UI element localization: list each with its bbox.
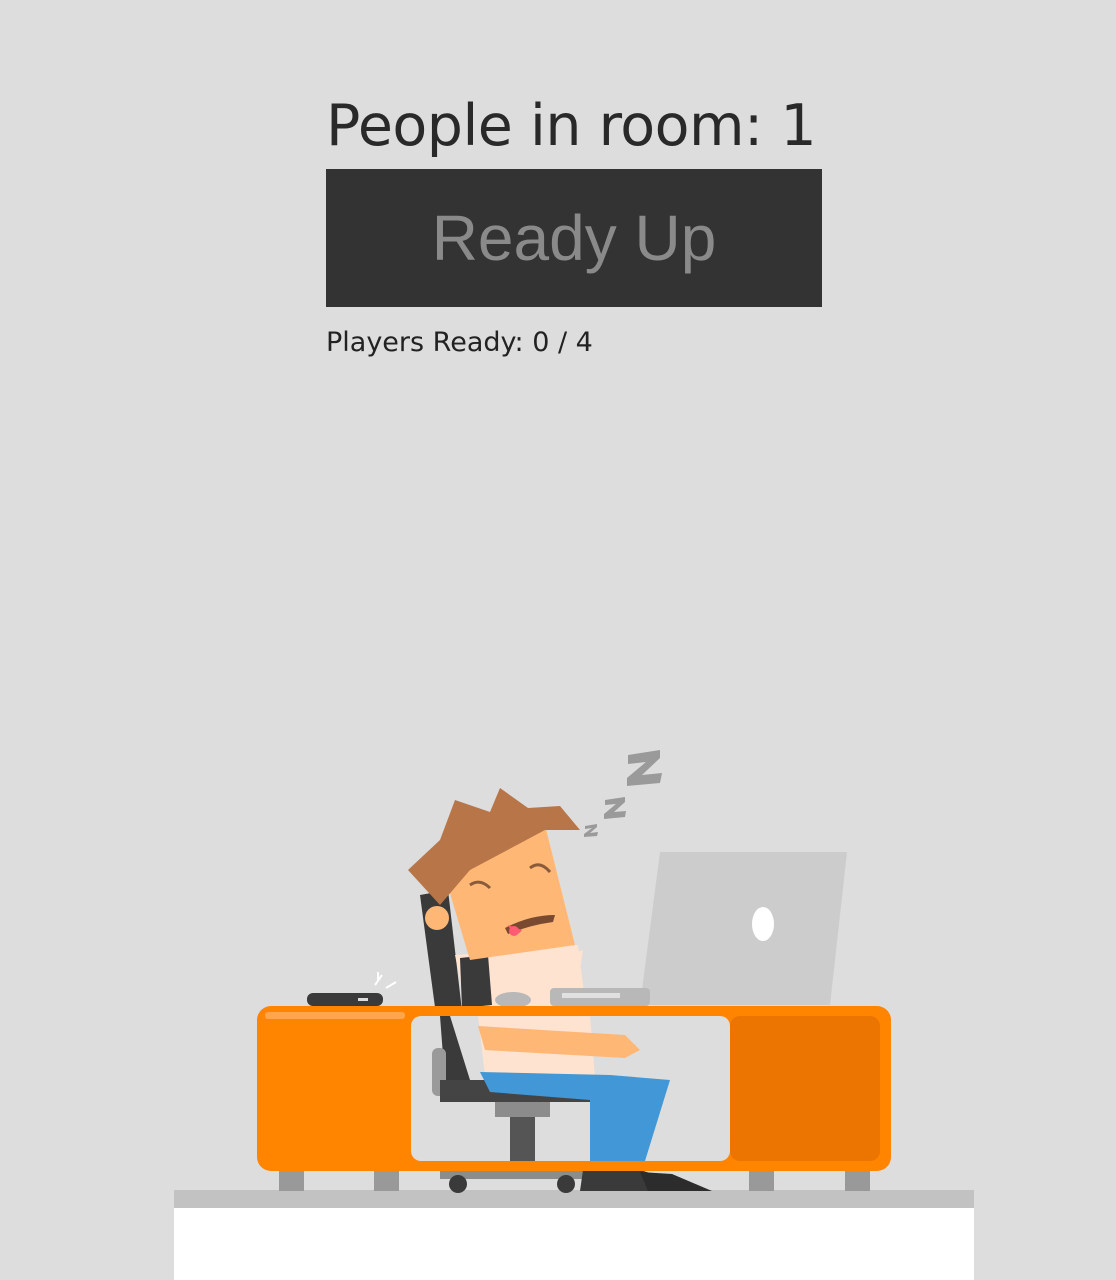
lobby-page: People in room: 1 Ready Up Players Ready…	[0, 0, 1116, 1280]
floor-base	[174, 1208, 974, 1280]
sleeping-developer-illustration	[174, 750, 974, 1280]
ready-up-button[interactable]: Ready Up	[326, 169, 822, 307]
lobby-panel: People in room: 1 Ready Up Players Ready…	[326, 84, 822, 358]
laptop	[550, 852, 847, 1006]
people-in-room-heading: People in room: 1	[326, 93, 817, 159]
floor-strip	[174, 1190, 974, 1208]
players-ready-status: Players Ready: 0 / 4	[326, 327, 593, 358]
sleep-zzz-icon	[584, 750, 662, 837]
phone-on-desk	[307, 972, 397, 1006]
